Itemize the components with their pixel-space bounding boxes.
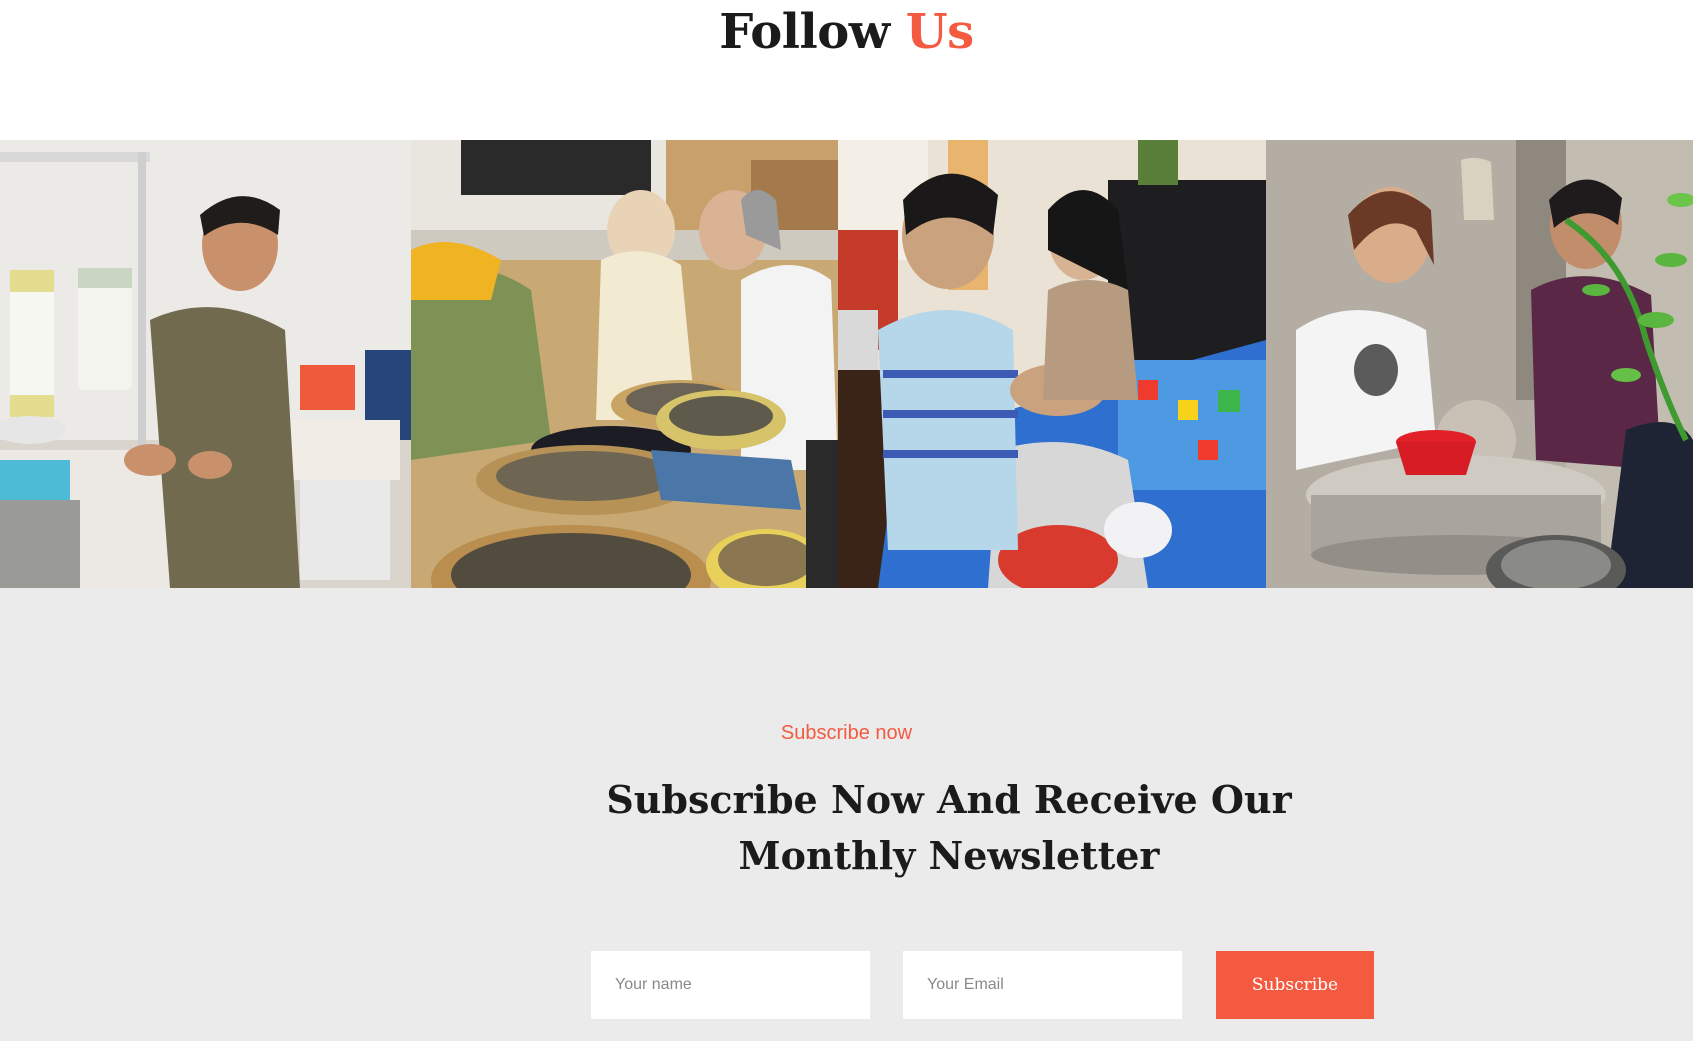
subscribe-button[interactable]: Subscribe: [1216, 951, 1374, 1019]
photo-thread-machine-image: [0, 140, 411, 588]
photo-herb-sorting-image: [411, 140, 838, 588]
follow-us-title-accent: Us: [905, 4, 974, 60]
subscribe-kicker: Subscribe now: [780, 722, 913, 744]
subscribe-headline: Subscribe Now And Receive Our Monthly Ne…: [606, 777, 1292, 878]
gallery-photo-round-table-crafting[interactable]: [1266, 140, 1693, 588]
follow-us-title-main: Follow: [719, 4, 890, 60]
photo-gallery: [0, 140, 1693, 588]
photo-assembling-items-image: [838, 140, 1266, 588]
gallery-photo-herb-sorting[interactable]: [411, 140, 838, 588]
gallery-photo-assembling-items[interactable]: [838, 140, 1266, 588]
gallery-photo-thread-machine[interactable]: [0, 140, 411, 588]
name-input[interactable]: [591, 951, 870, 1019]
follow-us-title: Follow Us: [0, 2, 1693, 62]
follow-us-section: Follow Us: [0, 0, 1693, 140]
photo-round-table-crafting-image: [1266, 140, 1693, 588]
newsletter-section: Subscribe now Subscribe Now And Receive …: [0, 588, 1693, 1041]
email-input[interactable]: [903, 951, 1182, 1019]
